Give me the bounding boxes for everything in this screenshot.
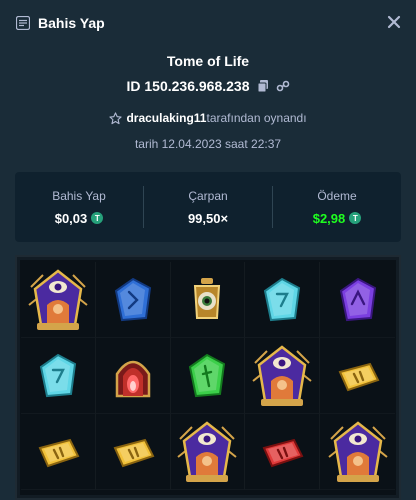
- reel-cell: [320, 414, 395, 490]
- reel-cell: [245, 262, 321, 338]
- yellow-rune-symbol: [332, 350, 384, 402]
- multiplier-label: Çarpan: [188, 188, 228, 203]
- eye-idol-symbol: [249, 343, 315, 409]
- game-title[interactable]: Tome of Life: [0, 53, 416, 69]
- yellow-rune-symbol: [32, 426, 84, 478]
- reel-cell: [21, 338, 96, 414]
- cyan-rune-symbol: [256, 274, 308, 326]
- payout-value: $2,98: [312, 210, 346, 226]
- bet-id-row: ID 150.236.968.238: [0, 78, 416, 94]
- payout-value-wrap: $2,98 T: [313, 211, 362, 226]
- green-rune-symbol: [181, 350, 233, 402]
- copy-icon[interactable]: [256, 79, 270, 93]
- bet-slip-icon: [16, 16, 30, 30]
- reel-cell: [96, 414, 171, 490]
- reel-cell: [21, 262, 96, 338]
- bet-stats-panel: Bahis Yap $0,03 T Çarpan 99,50× Ödeme $2…: [15, 172, 401, 242]
- payout-stat: Ödeme $2,98 T: [273, 189, 401, 226]
- bet-amount-value-wrap: $0,03 T: [55, 211, 104, 226]
- star-icon[interactable]: [109, 111, 123, 125]
- golden-eye-lantern-symbol: [181, 274, 233, 326]
- tether-coin-icon: T: [91, 212, 104, 224]
- bet-amount-value: $0,03: [54, 210, 88, 226]
- modal-header: Bahis Yap: [0, 0, 416, 46]
- reel-cell: [245, 414, 321, 490]
- payout-label: Ödeme: [317, 188, 357, 203]
- multiplier-stat: Çarpan 99,50×: [144, 189, 272, 226]
- slot-board: [21, 262, 395, 500]
- reel-cell: [320, 262, 395, 338]
- red-rune-symbol: [256, 426, 308, 478]
- player-name[interactable]: draculaking11: [126, 111, 206, 125]
- reel-cell: [96, 262, 171, 338]
- reel-cell: [21, 414, 96, 490]
- reel-cell: [245, 338, 321, 414]
- reel-cell: [96, 338, 171, 414]
- eye-idol-symbol: [25, 267, 91, 333]
- eye-idol-symbol: [325, 419, 391, 485]
- purple-rune-symbol: [332, 274, 384, 326]
- bet-id: ID 150.236.968.238: [126, 78, 250, 94]
- bet-amount-stat: Bahis Yap $0,03 T: [15, 189, 143, 226]
- tether-coin-icon: T: [349, 212, 362, 224]
- close-icon[interactable]: [384, 12, 404, 32]
- bet-amount-label: Bahis Yap: [52, 188, 106, 203]
- yellow-rune-symbol: [107, 426, 159, 478]
- cyan-rune-symbol: [32, 350, 84, 402]
- played-by-label: tarafından oynandı: [206, 111, 307, 125]
- reel-cell: [171, 262, 246, 338]
- modal-title: Bahis Yap: [38, 15, 105, 31]
- reel-cell: [171, 414, 246, 490]
- eye-idol-symbol: [174, 419, 240, 485]
- blue-rune-symbol: [107, 274, 159, 326]
- multiplier-value: 99,50×: [187, 210, 229, 226]
- reel-cell: [320, 338, 395, 414]
- link-icon[interactable]: [276, 79, 290, 93]
- red-flame-arch-symbol: [107, 350, 159, 402]
- date-line: tarih 12.04.2023 saat 22:37: [134, 137, 282, 151]
- reel-cell: [171, 338, 246, 414]
- player-row: draculaking11 tarafından oynandı: [0, 111, 416, 125]
